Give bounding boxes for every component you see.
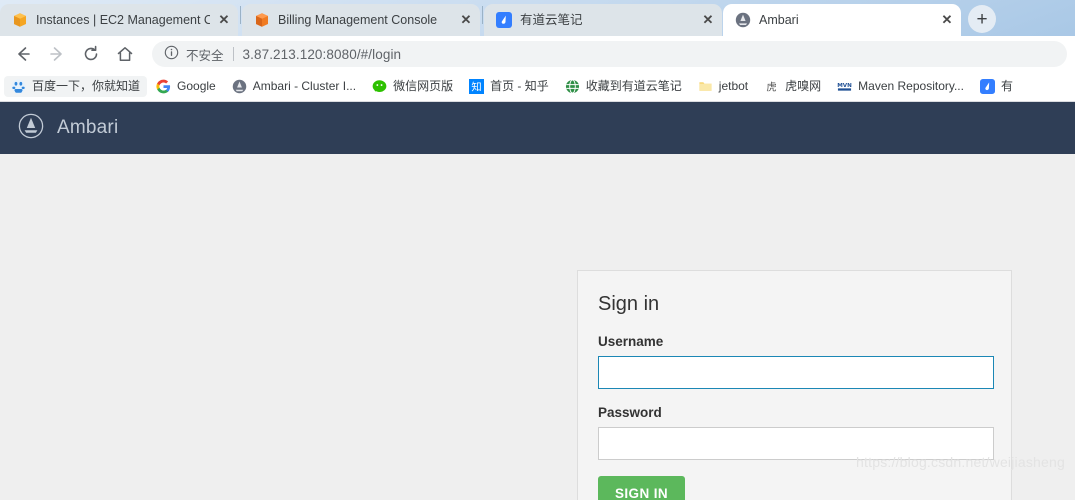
ambari-logo-icon xyxy=(18,113,44,144)
wechat-icon xyxy=(372,79,387,94)
ambari-icon xyxy=(735,12,751,28)
youdao-note-icon xyxy=(496,12,512,28)
browser-tab-title: 有道云笔记 xyxy=(520,13,583,27)
svg-text:知: 知 xyxy=(471,80,481,93)
bookmark-label: jetbot xyxy=(718,79,749,93)
bookmarks-bar: 百度一下，你就知道 Google Ambari - Cluster I... 微… xyxy=(0,72,1075,102)
omnibox-divider xyxy=(232,47,234,61)
youdao-note-icon xyxy=(979,79,995,94)
ambari-app-title: Ambari xyxy=(57,117,119,138)
bookmark-label: Maven Repository... xyxy=(858,79,964,93)
bookmark-label: 有 xyxy=(1000,79,1013,93)
bookmark-maven-repository[interactable]: MVN Maven Repository... xyxy=(830,76,971,97)
tab-separator xyxy=(482,5,483,24)
page-content: Ambari Sign in Username Password SIGN IN… xyxy=(0,102,1075,500)
bookmark-google[interactable]: Google xyxy=(149,76,223,97)
bookmark-huxiu[interactable]: 虎 虎嗅网 xyxy=(757,76,828,97)
huxiu-icon: 虎 xyxy=(764,79,779,94)
watermark-text: https://blog.csdn.net/weijiasheng xyxy=(856,454,1065,470)
maven-icon: MVN xyxy=(837,79,852,94)
bookmark-baidu[interactable]: 百度一下，你就知道 xyxy=(4,76,148,97)
browser-toolbar: 不安全 3.87.213.120:8080/#/login xyxy=(0,36,1075,72)
tab-strip: Instances | EC2 Management C ✕ Billing M… xyxy=(0,0,1075,36)
browser-window: Instances | EC2 Management C ✕ Billing M… xyxy=(0,0,1075,500)
ambari-app-header: Ambari xyxy=(0,102,1075,154)
forward-button[interactable] xyxy=(42,39,72,69)
google-icon xyxy=(156,79,171,94)
bookmark-youdao-note[interactable]: 有 xyxy=(973,76,1020,97)
browser-tab-title: Instances | EC2 Management C xyxy=(36,13,210,27)
bookmark-wechat[interactable]: 微信网页版 xyxy=(365,76,460,97)
address-bar[interactable]: 不安全 3.87.213.120:8080/#/login xyxy=(152,41,1067,67)
password-label: Password xyxy=(598,405,662,420)
ambari-icon xyxy=(232,79,247,94)
globe-icon xyxy=(565,79,580,94)
folder-icon xyxy=(698,79,713,94)
username-label: Username xyxy=(598,334,664,349)
bookmark-label: 收藏到有道云笔记 xyxy=(585,79,682,93)
browser-tab-title: Ambari xyxy=(759,13,799,27)
bookmark-zhihu[interactable]: 知 首页 - 知乎 xyxy=(462,76,556,97)
zhihu-icon: 知 xyxy=(469,79,485,94)
browser-tab-youdao[interactable]: 有道云笔记 ✕ xyxy=(484,4,722,36)
tab-close-icon[interactable]: ✕ xyxy=(700,12,716,28)
aws-cube-icon xyxy=(12,12,28,28)
bookmark-jetbot[interactable]: jetbot xyxy=(691,76,755,97)
bookmark-ambari-cluster[interactable]: Ambari - Cluster I... xyxy=(225,76,363,97)
tab-close-icon[interactable]: ✕ xyxy=(458,12,474,28)
bookmark-label: 虎嗅网 xyxy=(785,79,822,93)
bookmark-label: Google xyxy=(177,79,216,93)
bookmark-label: 百度一下，你就知道 xyxy=(32,79,141,93)
signin-heading: Sign in xyxy=(598,293,660,315)
browser-tab-billing[interactable]: Billing Management Console ✕ xyxy=(242,4,480,36)
bookmark-label: 微信网页版 xyxy=(393,79,454,93)
svg-text:虎: 虎 xyxy=(766,81,776,93)
aws-cube-icon xyxy=(254,12,270,28)
bookmark-label: 首页 - 知乎 xyxy=(490,79,549,93)
bookmark-label: Ambari - Cluster I... xyxy=(252,79,357,93)
browser-tab-ec2[interactable]: Instances | EC2 Management C ✕ xyxy=(0,4,238,36)
url-text: 3.87.213.120:8080/#/login xyxy=(242,46,402,62)
tab-separator xyxy=(240,5,241,24)
info-circle-icon[interactable] xyxy=(164,45,186,63)
baidu-icon xyxy=(11,79,26,94)
home-button[interactable] xyxy=(110,39,140,69)
new-tab-button[interactable]: + xyxy=(968,5,996,33)
tab-close-icon[interactable]: ✕ xyxy=(216,12,232,28)
username-input[interactable] xyxy=(598,356,994,389)
security-status-text: 不安全 xyxy=(186,48,224,63)
tab-close-icon[interactable]: ✕ xyxy=(939,12,955,28)
sign-in-button[interactable]: SIGN IN xyxy=(598,476,686,500)
svg-text:MVN: MVN xyxy=(837,83,852,89)
reload-button[interactable] xyxy=(76,39,106,69)
browser-tab-ambari[interactable]: Ambari ✕ xyxy=(723,4,961,36)
back-button[interactable] xyxy=(8,39,38,69)
bookmark-youdao-collect[interactable]: 收藏到有道云笔记 xyxy=(558,76,689,97)
browser-tab-title: Billing Management Console xyxy=(278,13,438,27)
